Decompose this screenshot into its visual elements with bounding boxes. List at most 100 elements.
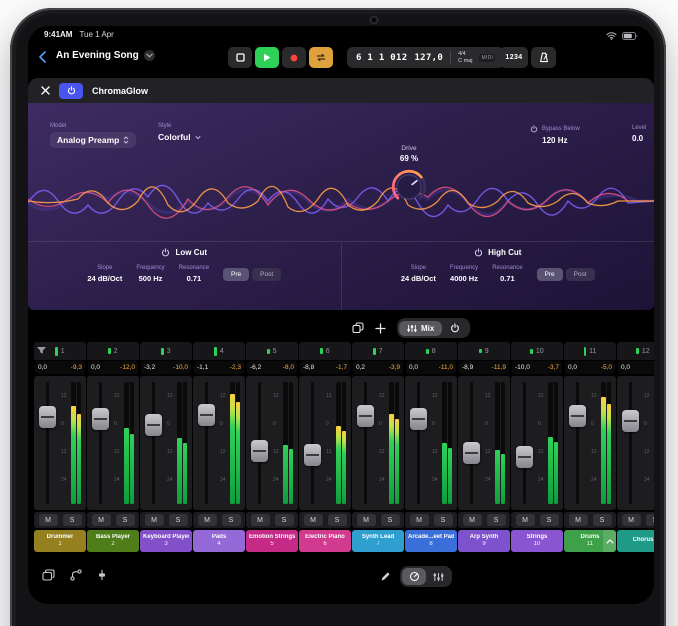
metronome-button[interactable] [531, 47, 556, 68]
mute-button[interactable]: M [92, 514, 111, 526]
fader-handle[interactable] [145, 414, 162, 436]
fader-handle[interactable] [463, 442, 480, 464]
add-button[interactable] [375, 323, 386, 334]
signal-flow-button[interactable] [70, 569, 82, 581]
layers-button[interactable] [42, 569, 55, 581]
mute-button[interactable]: M [198, 514, 217, 526]
slope-param[interactable]: Slope 24 dB/Oct [87, 265, 122, 283]
resonance-param[interactable]: Resonance 0.71 [492, 265, 522, 283]
chevron-up-icon[interactable] [603, 530, 616, 552]
track-label[interactable]: Strings 10 [511, 530, 563, 552]
plugin-power-button[interactable] [59, 83, 83, 99]
model-selector[interactable]: Model Analog Preamp [50, 123, 136, 148]
close-plugin-button[interactable] [41, 86, 50, 95]
solo-button[interactable]: S [487, 514, 506, 526]
lcd-display[interactable]: 6 1 1 012 127,0 4/4 C maj MIDI [347, 47, 504, 68]
track-label[interactable]: Pads 4 [193, 530, 245, 552]
solo-button[interactable]: S [116, 514, 135, 526]
mute-button[interactable]: M [516, 514, 535, 526]
track-label[interactable]: Keyboard Player 3 [140, 530, 192, 552]
mute-button[interactable]: M [39, 514, 58, 526]
frequency-param[interactable]: Frequency 500 Hz [136, 265, 164, 283]
solo-button[interactable]: S [593, 514, 612, 526]
duplicate-button[interactable] [352, 322, 364, 334]
post-button[interactable]: Post [252, 268, 281, 281]
channel-power-button[interactable] [442, 320, 468, 336]
fader-track[interactable] [99, 382, 102, 504]
solo-button[interactable]: S [275, 514, 294, 526]
style-selector[interactable]: Style Colorful [158, 123, 201, 142]
post-button[interactable]: Post [566, 268, 595, 281]
fader-handle[interactable] [357, 405, 374, 427]
frequency-param[interactable]: Frequency 4000 Hz [450, 265, 478, 283]
fader-track[interactable] [417, 382, 420, 504]
fader-handle[interactable] [569, 405, 586, 427]
mute-button[interactable]: M [145, 514, 164, 526]
low-cut-power-button[interactable] [161, 248, 170, 257]
fader-track[interactable] [364, 382, 367, 504]
mute-button[interactable]: M [622, 514, 641, 526]
track-label[interactable]: Emotion Strings 5 [246, 530, 298, 552]
track-label[interactable]: Chorus [617, 530, 654, 552]
track-label[interactable]: Arcade...eet Pad 8 [405, 530, 457, 552]
cycle-loop-button[interactable] [309, 47, 333, 68]
fader-handle[interactable] [516, 446, 533, 468]
mix-tab[interactable]: Mix [399, 321, 442, 336]
fader-track[interactable] [311, 382, 314, 504]
mute-button[interactable]: M [304, 514, 323, 526]
fader-handle[interactable] [622, 410, 639, 432]
solo-button[interactable]: S [328, 514, 347, 526]
track-label[interactable]: Electric Piano 6 [299, 530, 351, 552]
levels-view-button[interactable] [426, 568, 450, 585]
mute-button[interactable]: M [251, 514, 270, 526]
channel-number: 4 [220, 348, 224, 355]
fader-handle[interactable] [198, 404, 215, 426]
mute-button[interactable]: M [410, 514, 429, 526]
mute-button[interactable]: M [463, 514, 482, 526]
fader-handle[interactable] [410, 408, 427, 430]
play-button[interactable] [255, 47, 279, 68]
track-label[interactable]: Arp Synth 9 [458, 530, 510, 552]
fader-handle[interactable] [92, 408, 109, 430]
stop-button[interactable] [228, 47, 252, 68]
solo-button[interactable]: S [434, 514, 453, 526]
count-in-button[interactable]: 1234 [500, 47, 528, 68]
pre-button[interactable]: Pre [223, 268, 249, 281]
fader-track[interactable] [46, 382, 49, 504]
track-label[interactable]: Synth Lead 7 [352, 530, 404, 552]
fader-handle[interactable] [304, 444, 321, 466]
mute-button[interactable]: M [357, 514, 376, 526]
solo-button[interactable]: S [222, 514, 241, 526]
fader-track[interactable] [576, 382, 579, 504]
track-label[interactable]: Drummer 1 [34, 530, 86, 552]
track-label[interactable]: Drums 11 [564, 530, 616, 552]
back-button[interactable] [39, 51, 46, 63]
fader-track[interactable] [152, 382, 155, 504]
slope-param[interactable]: Slope 24 dB/Oct [401, 265, 436, 283]
solo-button[interactable]: S [540, 514, 559, 526]
resonance-param[interactable]: Resonance 0.71 [179, 265, 209, 283]
fader-track[interactable] [205, 382, 208, 504]
pre-button[interactable]: Pre [537, 268, 563, 281]
fader-handle[interactable] [39, 406, 56, 428]
track-number: 11 [587, 541, 593, 548]
fader-view-button[interactable] [97, 569, 107, 581]
channel-filter-button[interactable] [36, 346, 47, 355]
solo-button[interactable]: S [381, 514, 400, 526]
mute-button[interactable]: M [569, 514, 588, 526]
solo-button[interactable]: S [646, 514, 655, 526]
high-cut-power-button[interactable] [474, 248, 483, 257]
solo-button[interactable]: S [169, 514, 188, 526]
controls-view-button[interactable] [402, 568, 426, 585]
fader-track[interactable] [523, 382, 526, 504]
fader-handle[interactable] [251, 440, 268, 462]
level-control[interactable]: Level 0.0 [632, 125, 654, 143]
fader-track[interactable] [629, 382, 632, 504]
solo-button[interactable]: S [63, 514, 82, 526]
track-label[interactable]: Bass Player 2 [87, 530, 139, 552]
edit-button[interactable] [380, 571, 391, 582]
record-button[interactable] [282, 47, 306, 68]
drive-knob[interactable] [388, 166, 430, 208]
song-title-menu[interactable]: An Evening Song [56, 50, 155, 61]
bypass-below-control[interactable]: Bypass Below 120 Hz [530, 125, 580, 145]
